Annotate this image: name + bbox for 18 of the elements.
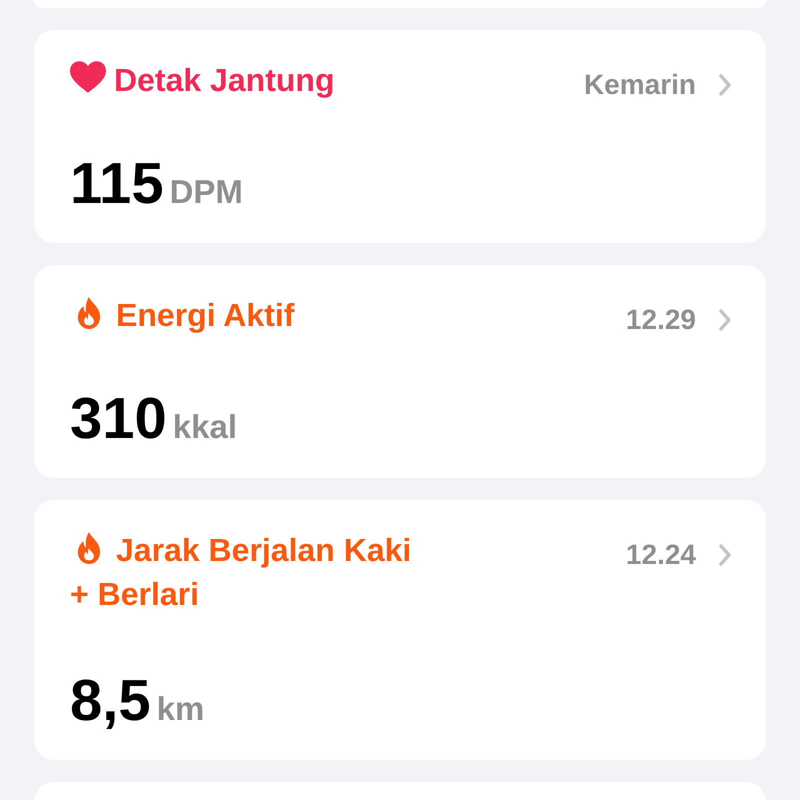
metric-unit: km bbox=[156, 692, 204, 725]
metric-card[interactable]: Jarak Berjalan Kaki + Berlari 12.24 8,5 km bbox=[34, 500, 766, 760]
metric-value: 8,5 bbox=[70, 672, 151, 730]
card-title: Energi Aktif bbox=[116, 297, 294, 333]
chevron-right-icon bbox=[718, 543, 732, 567]
card-title: Detak Jantung bbox=[114, 62, 334, 98]
metric-value: 310 bbox=[70, 390, 167, 448]
timestamp: Kemarin bbox=[584, 68, 696, 102]
metric-card[interactable]: Detak Jantung Kemarin 115 DPM bbox=[34, 30, 766, 243]
metric-card[interactable]: Energi Aktif 12.29 310 kkal bbox=[34, 265, 766, 478]
timestamp: 12.29 bbox=[626, 303, 696, 337]
metric-unit: kkal bbox=[172, 410, 238, 443]
chevron-right-icon bbox=[718, 73, 732, 97]
metric-unit: DPM bbox=[170, 175, 243, 208]
chevron-right-icon bbox=[718, 308, 732, 332]
metric-value: 115 bbox=[70, 155, 164, 213]
timestamp: 12.24 bbox=[626, 538, 696, 572]
card-title: Jarak Berjalan Kaki + Berlari bbox=[70, 532, 412, 612]
